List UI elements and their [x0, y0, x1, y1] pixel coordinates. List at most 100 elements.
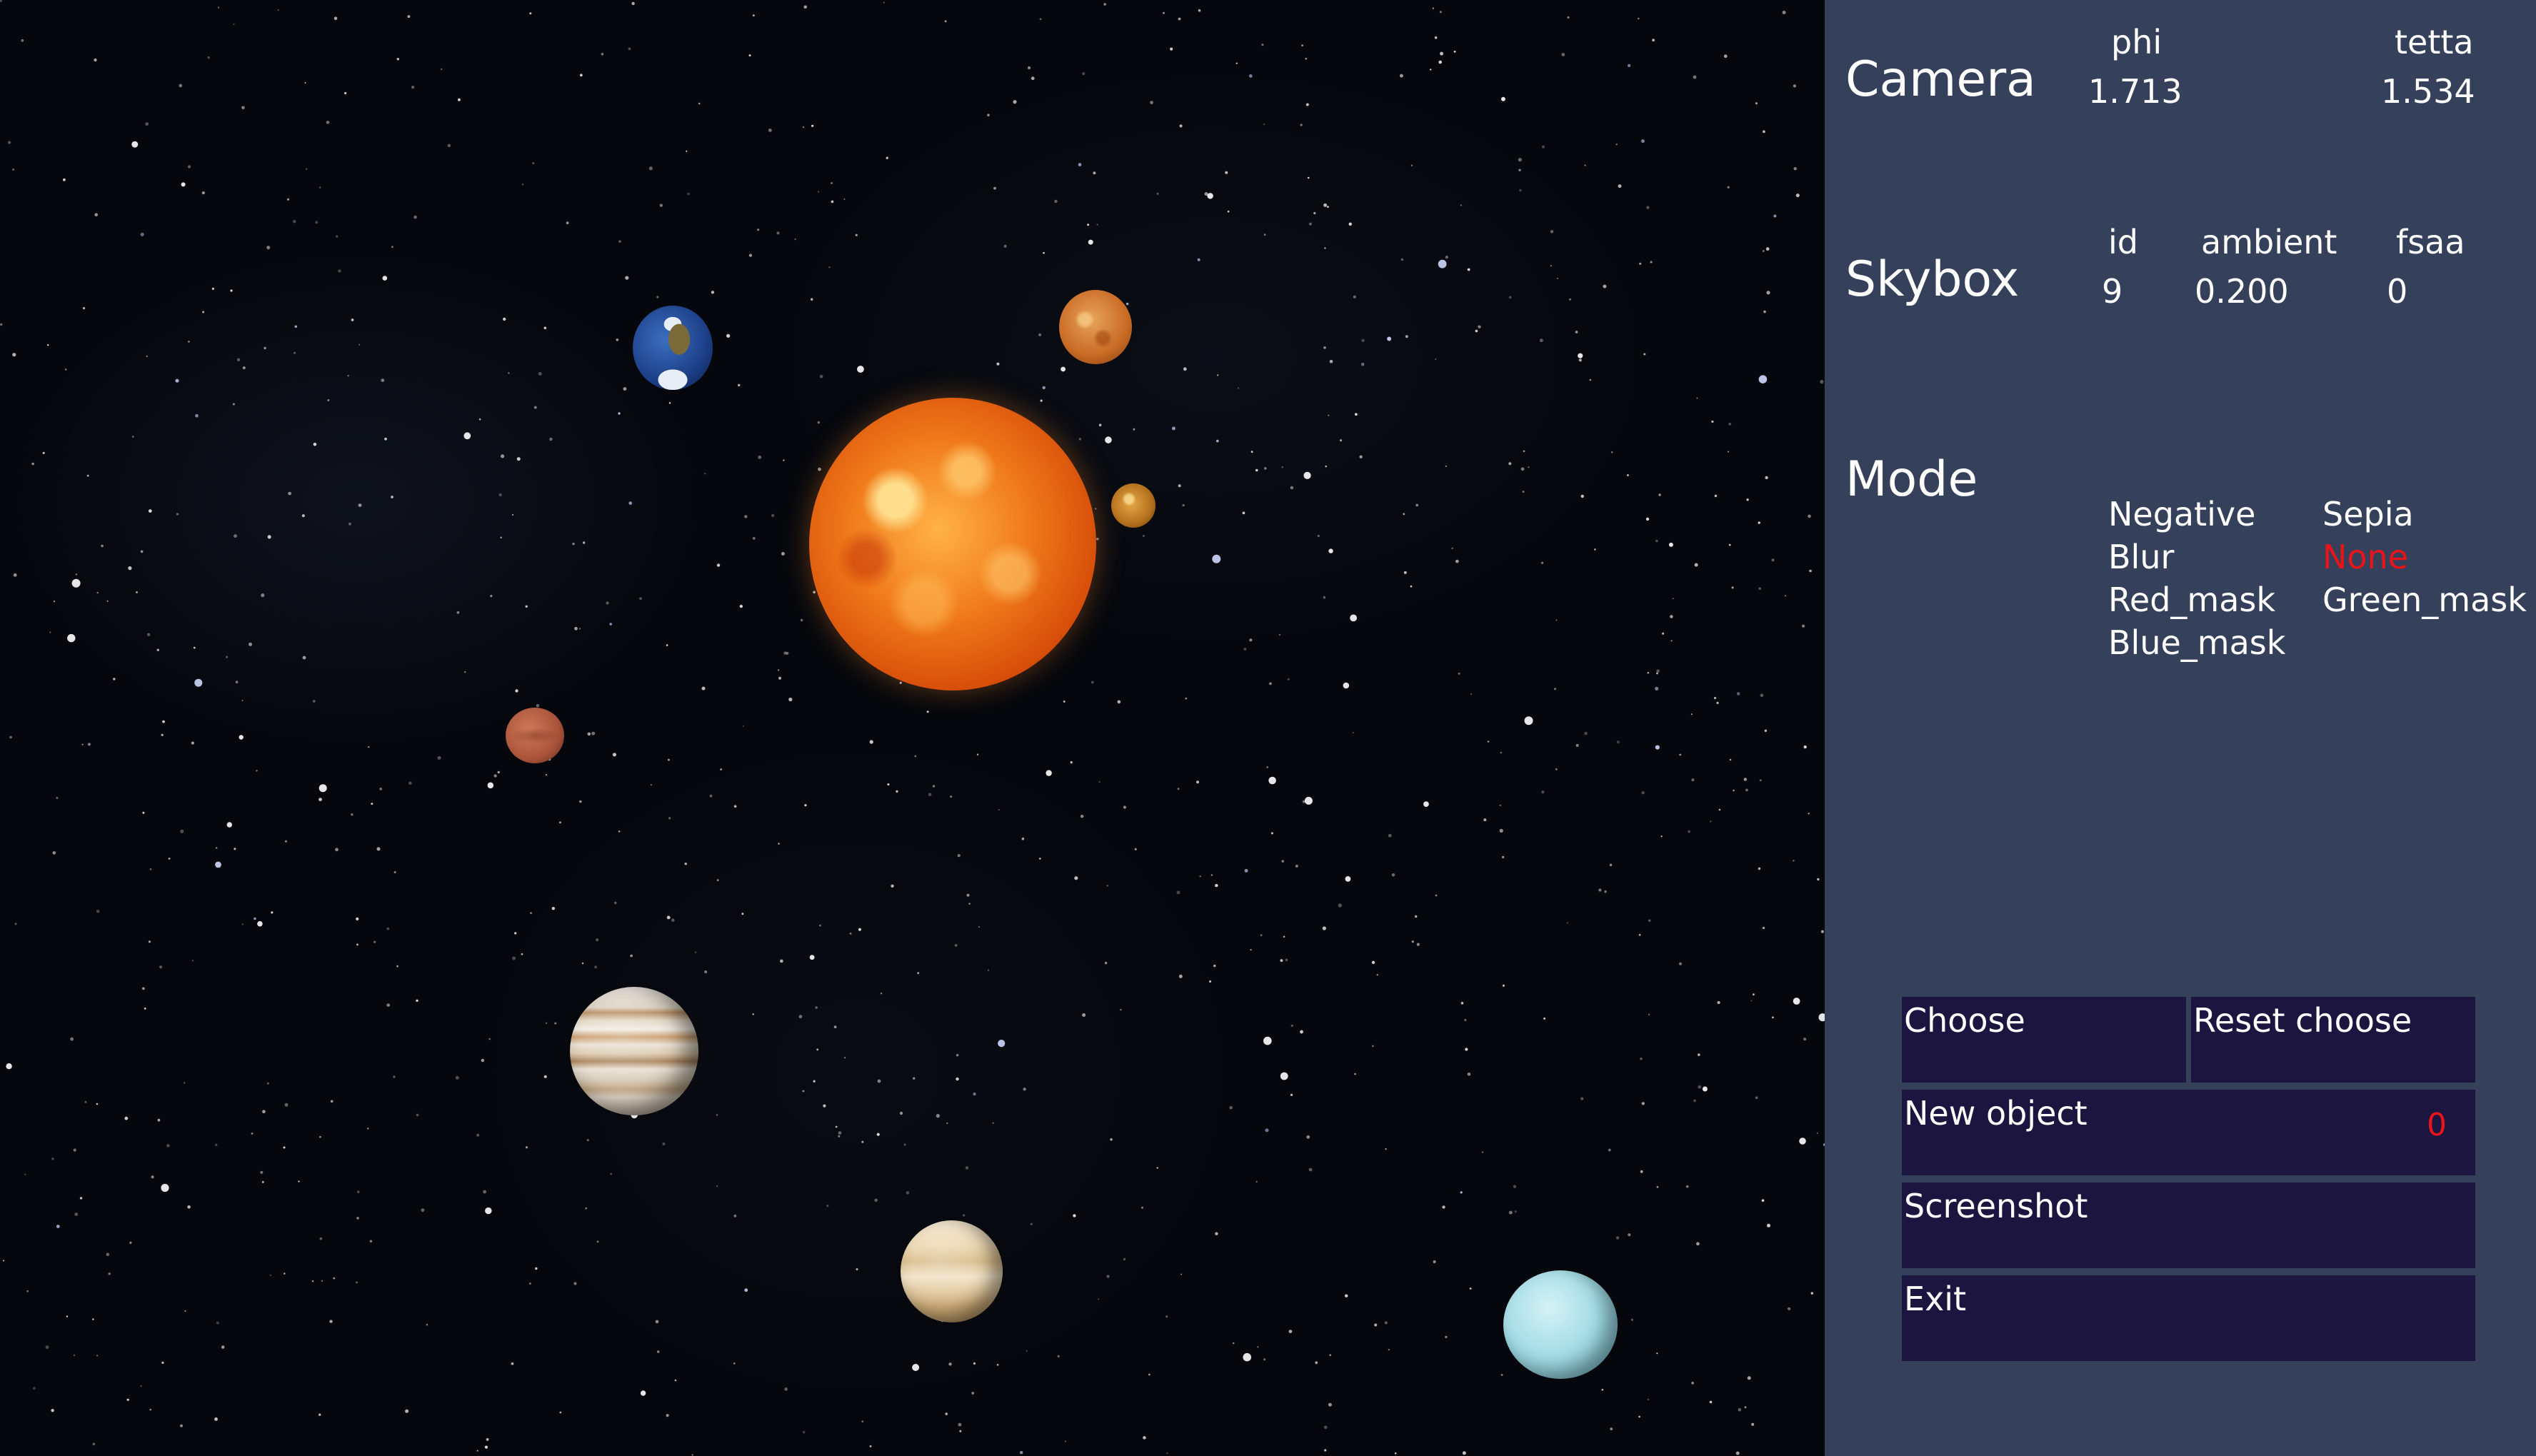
star [1177, 788, 1180, 790]
mode-option-sepia[interactable]: Sepia [2322, 495, 2414, 533]
star [1411, 940, 1414, 943]
mode-option-blue-mask[interactable]: Blue_mask [2108, 623, 2285, 662]
star [146, 355, 148, 358]
star [811, 124, 814, 127]
star [802, 1090, 805, 1093]
star [1026, 1350, 1028, 1352]
jupiter-icon[interactable] [570, 987, 698, 1115]
star [251, 1133, 254, 1135]
star [1117, 700, 1121, 704]
star [631, 1, 635, 6]
reset-choose-button[interactable]: Reset choose [2191, 997, 2475, 1083]
star [1808, 514, 1811, 518]
exit-button[interactable]: Exit [1902, 1275, 2475, 1361]
star [1816, 1132, 1818, 1134]
star [1763, 310, 1766, 313]
star [294, 325, 298, 328]
star [1325, 466, 1327, 468]
star [306, 168, 308, 170]
star [379, 788, 383, 790]
star [684, 862, 687, 865]
star [261, 1181, 264, 1183]
star [1198, 9, 1201, 12]
star [1046, 770, 1052, 776]
star [1021, 837, 1025, 840]
tetta-value: 1.534 [2381, 72, 2475, 111]
star [1727, 186, 1730, 189]
star [1728, 422, 1732, 426]
star [233, 23, 235, 26]
star [1305, 57, 1307, 60]
star [752, 14, 755, 17]
planet-icon[interactable] [1059, 290, 1132, 364]
mode-option-none[interactable]: None [2322, 538, 2408, 576]
mode-option-negative[interactable]: Negative [2108, 495, 2255, 533]
star [447, 144, 451, 147]
mode-option-blur[interactable]: Blur [2108, 538, 2174, 576]
star [1638, 1415, 1640, 1418]
star [334, 16, 338, 21]
mode-option-red-mask[interactable]: Red_mask [2108, 581, 2275, 619]
earth-icon[interactable] [633, 306, 713, 390]
star [1655, 745, 1660, 750]
sun-icon[interactable] [809, 398, 1096, 691]
camera-title: Camera [1845, 51, 2036, 108]
star [1453, 50, 1456, 53]
mars-icon[interactable] [506, 708, 564, 763]
planet-icon[interactable] [1111, 483, 1156, 528]
star [1268, 776, 1276, 785]
star [998, 1040, 1006, 1048]
star [24, 1173, 26, 1175]
star [738, 383, 741, 387]
star [1143, 1436, 1146, 1440]
star [1662, 632, 1665, 635]
star [932, 785, 936, 788]
star [803, 5, 807, 9]
star [1038, 333, 1042, 336]
star [481, 1058, 484, 1063]
star [1281, 860, 1284, 863]
star [587, 732, 591, 736]
star [180, 829, 184, 833]
star [396, 58, 399, 61]
screenshot-button[interactable]: Screenshot [1902, 1183, 2475, 1268]
star [698, 102, 701, 105]
star [159, 965, 163, 969]
star [1628, 1233, 1631, 1237]
star [86, 474, 89, 477]
star [1578, 353, 1583, 358]
star [858, 928, 861, 931]
star [1731, 586, 1734, 589]
saturn-icon[interactable] [901, 1220, 1003, 1322]
choose-button[interactable]: Choose [1902, 997, 2186, 1083]
uranus-icon[interactable] [1503, 1270, 1618, 1379]
star [1641, 1102, 1645, 1105]
star [1323, 1425, 1328, 1430]
star [338, 269, 341, 273]
star [816, 1048, 819, 1051]
mode-option-green-mask[interactable]: Green_mask [2322, 581, 2527, 619]
star [356, 943, 359, 946]
star [319, 1413, 321, 1416]
star [1266, 766, 1268, 768]
star [71, 578, 81, 588]
scene-viewport[interactable] [0, 0, 1825, 1456]
star [709, 794, 713, 798]
star [230, 289, 233, 292]
star [287, 198, 289, 201]
star [1508, 296, 1512, 299]
star [1227, 210, 1230, 213]
star [264, 346, 266, 350]
star [1568, 298, 1572, 301]
star [1039, 858, 1041, 860]
star [1263, 234, 1266, 236]
star [1438, 60, 1442, 64]
star [1185, 698, 1187, 700]
star [140, 550, 144, 553]
new-object-button[interactable]: New object 0 [1902, 1090, 2475, 1175]
star [376, 847, 381, 851]
star [51, 1409, 54, 1412]
star [301, 514, 305, 518]
star [1710, 820, 1712, 823]
phi-label: phi [2111, 23, 2162, 61]
